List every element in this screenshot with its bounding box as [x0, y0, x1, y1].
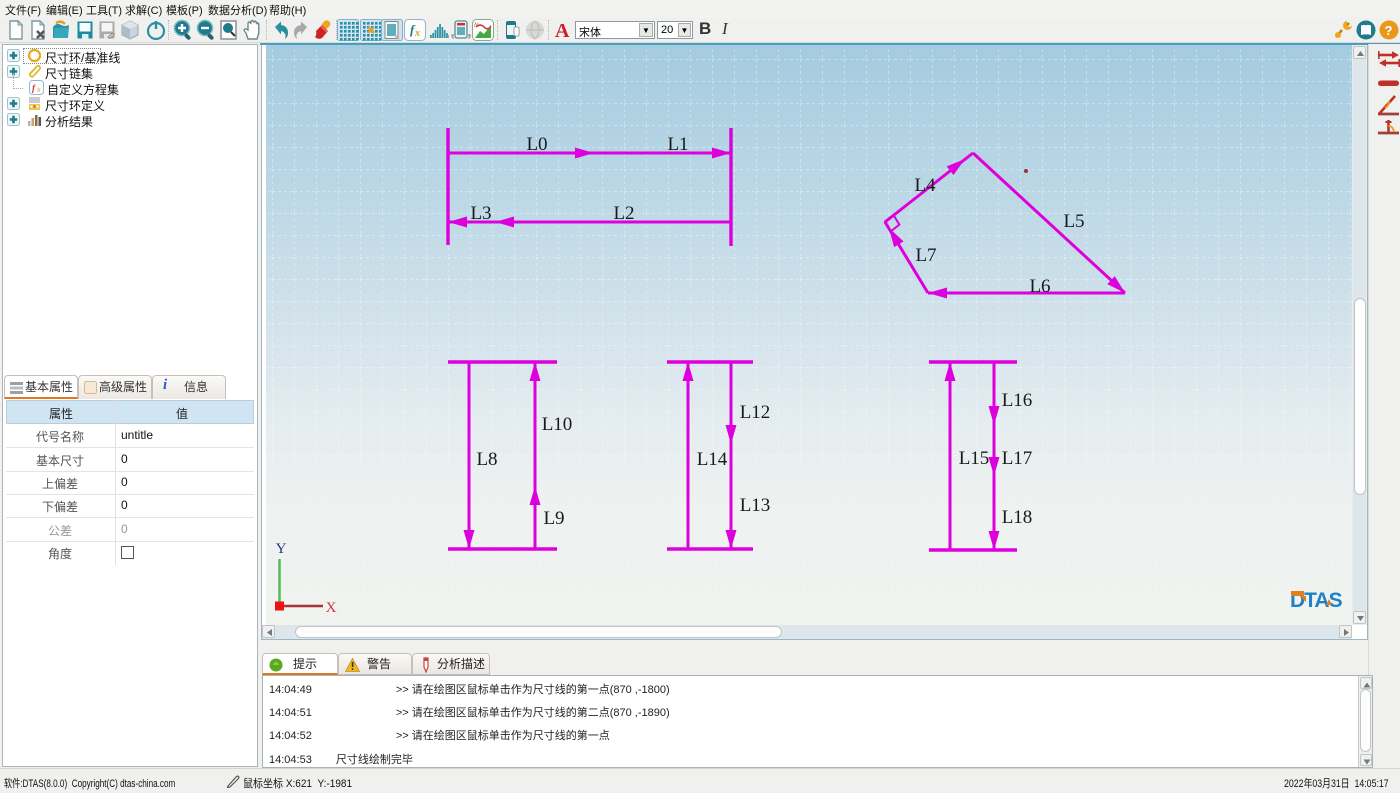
- svg-text:L16: L16: [1002, 390, 1033, 411]
- svg-text:x: x: [36, 87, 41, 94]
- svg-text:L8: L8: [476, 449, 497, 470]
- svg-text:L6: L6: [1029, 276, 1050, 297]
- svg-text:L18: L18: [1002, 507, 1033, 528]
- svg-text:L4: L4: [914, 175, 936, 196]
- svg-text:L2: L2: [613, 203, 634, 224]
- svg-text:L5: L5: [1063, 211, 1084, 232]
- svg-text:L0: L0: [526, 134, 547, 155]
- svg-text:X: X: [326, 600, 337, 616]
- svg-text:N: N: [474, 23, 479, 29]
- svg-text:L15: L15: [959, 448, 990, 469]
- svg-text:L1: L1: [667, 134, 688, 155]
- svg-text:?: ?: [1385, 23, 1393, 38]
- svg-text:x: x: [414, 28, 420, 39]
- svg-text:Y: Y: [276, 541, 287, 557]
- svg-text:L17: L17: [1002, 448, 1033, 469]
- svg-text:L14: L14: [697, 449, 728, 470]
- svg-text:L10: L10: [542, 414, 573, 435]
- svg-text:L9: L9: [543, 508, 564, 529]
- svg-text:L7: L7: [915, 245, 936, 266]
- svg-text:L12: L12: [740, 402, 771, 423]
- svg-text:L13: L13: [740, 495, 771, 516]
- svg-text:A: A: [555, 20, 570, 41]
- svg-text:L3: L3: [470, 203, 491, 224]
